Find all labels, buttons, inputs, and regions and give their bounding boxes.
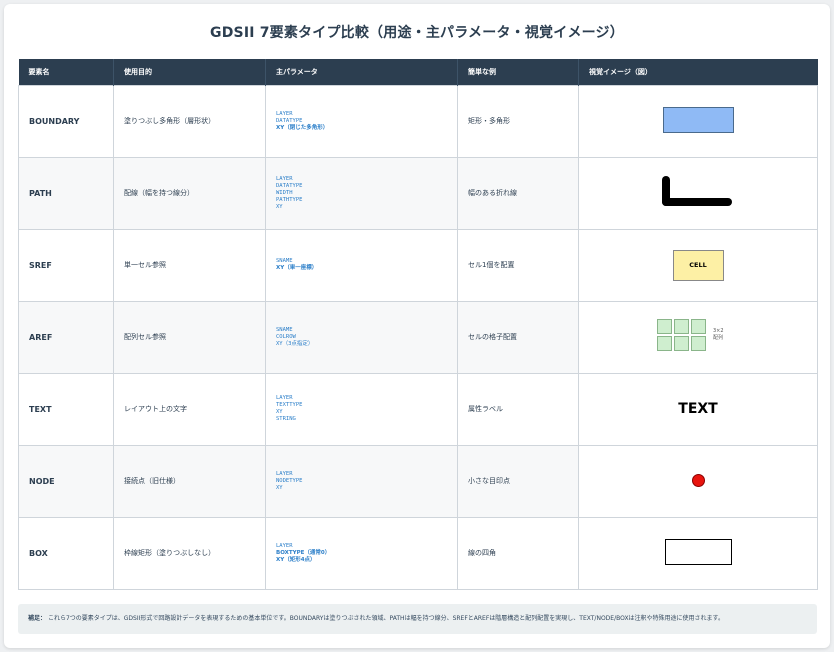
element-params: LAYER DATATYPE XY（閉じた多角形） (265, 84, 458, 158)
element-visual: TEXT (578, 372, 818, 446)
element-example: 矩形・多角形 (457, 84, 579, 158)
param: XY (276, 203, 283, 210)
header-example: 簡単な例 (457, 59, 579, 85)
element-params: LAYER TEXTTYPE XY STRING (265, 372, 458, 446)
aref-grid: 3×2 配列 (657, 319, 739, 355)
aref-cell (674, 336, 689, 351)
aref-caption: 3×2 配列 (713, 328, 724, 341)
param: XY（矩形4点） (276, 556, 316, 563)
param: STRING (276, 416, 296, 422)
boundary-shape (662, 107, 734, 133)
element-visual: CELL (578, 228, 818, 302)
table-row: AREF 配列セル参照 SNAME COLROW XY（3点指定） セルの格子配… (18, 300, 818, 374)
element-purpose: 単一セル参照 (113, 228, 266, 302)
element-visual (578, 444, 818, 518)
param: XY（閉じた多角形） (276, 124, 329, 131)
table-row: SREF 単一セル参照 SNAME XY（単一座標） セル1個を配置 CELL (18, 228, 818, 302)
table-header-row: 要素名 使用目的 主パラメータ 簡単な例 視覚イメージ（図） (18, 59, 818, 85)
text-sample: TEXT (678, 401, 718, 417)
param: BOXTYPE（通常0） (276, 549, 331, 556)
element-visual (578, 156, 818, 230)
header-purpose: 使用目的 (113, 59, 266, 85)
element-params: LAYER DATATYPE WIDTH PATHTYPE XY (265, 156, 458, 230)
element-params: LAYER BOXTYPE（通常0） XY（矩形4点） (265, 516, 458, 590)
element-example: セル1個を配置 (457, 228, 579, 302)
path-shape (662, 174, 734, 210)
param: XY (276, 409, 283, 415)
element-params: SNAME COLROW XY（3点指定） (265, 300, 458, 374)
param: XY (276, 484, 283, 491)
param: TEXTTYPE (276, 402, 303, 408)
header-visual: 視覚イメージ（図） (578, 59, 818, 85)
param: WIDTH (276, 189, 293, 196)
node-dot (691, 473, 705, 487)
footnote-text: これら7つの要素タイプは、GDSII形式で回路設計データを表現するための基本単位… (47, 615, 724, 622)
param: LAYER (276, 395, 293, 401)
table-row: PATH 配線（幅を持つ線分） LAYER DATATYPE WIDTH PAT… (18, 156, 818, 230)
page-title: GDSII 7要素タイプ比較（用途・主パラメータ・視覚イメージ） (210, 25, 624, 41)
element-example: 小さな目印点 (457, 444, 579, 518)
param: DATATYPE (276, 117, 303, 124)
table-row: BOX 枠線矩形（塗りつぶしなし） LAYER BOXTYPE（通常0） XY（… (18, 516, 818, 590)
element-purpose: レイアウト上の文字 (113, 372, 266, 446)
box-outline (664, 539, 732, 565)
element-params: SNAME XY（単一座標） (265, 228, 458, 302)
element-visual: 3×2 配列 (578, 300, 818, 374)
param: LAYER (276, 542, 293, 549)
param: LAYER (276, 110, 293, 117)
param: LAYER (276, 470, 293, 477)
element-name: NODE (18, 444, 114, 518)
table-row: NODE 接続点（旧仕様） LAYER NODETYPE XY 小さな目印点 (18, 444, 818, 518)
element-params: LAYER NODETYPE XY (265, 444, 458, 518)
param: LAYER (276, 175, 293, 182)
element-name: TEXT (18, 372, 114, 446)
param: PATHTYPE (276, 196, 303, 203)
footnote-label: 補足： (28, 615, 47, 622)
element-name: PATH (18, 156, 114, 230)
aref-cell (657, 319, 672, 334)
param: XY（単一座標） (276, 265, 318, 271)
param: SNAME (276, 326, 293, 333)
element-name: BOX (18, 516, 114, 590)
param: SNAME (276, 258, 293, 264)
table-row: TEXT レイアウト上の文字 LAYER TEXTTYPE XY STRING … (18, 372, 818, 446)
aref-cell (691, 319, 706, 334)
element-purpose: 接続点（旧仕様） (113, 444, 266, 518)
param: XY（3点指定） (276, 340, 314, 347)
param: NODETYPE (276, 477, 303, 484)
aref-cell (674, 319, 689, 334)
header-params: 主パラメータ (265, 59, 458, 85)
header-element-name: 要素名 (18, 59, 114, 85)
param: DATATYPE (276, 182, 303, 189)
param: COLROW (276, 333, 296, 340)
element-example: 幅のある折れ線 (457, 156, 579, 230)
table-row: BOUNDARY 塗りつぶし多角形（層形状） LAYER DATATYPE XY… (18, 84, 818, 158)
element-name: BOUNDARY (18, 84, 114, 158)
sref-shape: CELL (672, 249, 724, 281)
element-comparison-table: 要素名 使用目的 主パラメータ 簡単な例 視覚イメージ（図） BOUNDARY … (18, 59, 818, 590)
aref-cell (691, 336, 706, 351)
element-name: SREF (18, 228, 114, 302)
element-purpose: 配列セル参照 (113, 300, 266, 374)
element-name: AREF (18, 300, 114, 374)
element-purpose: 枠線矩形（塗りつぶしなし） (113, 516, 266, 590)
element-purpose: 塗りつぶし多角形（層形状） (113, 84, 266, 158)
element-example: 属性ラベル (457, 372, 579, 446)
aref-cell (657, 336, 672, 351)
element-purpose: 配線（幅を持つ線分） (113, 156, 266, 230)
footnote: 補足： これら7つの要素タイプは、GDSII形式で回路設計データを表現するための… (18, 604, 817, 634)
element-visual (578, 84, 818, 158)
element-example: 線の四角 (457, 516, 579, 590)
element-example: セルの格子配置 (457, 300, 579, 374)
element-visual (578, 516, 818, 590)
